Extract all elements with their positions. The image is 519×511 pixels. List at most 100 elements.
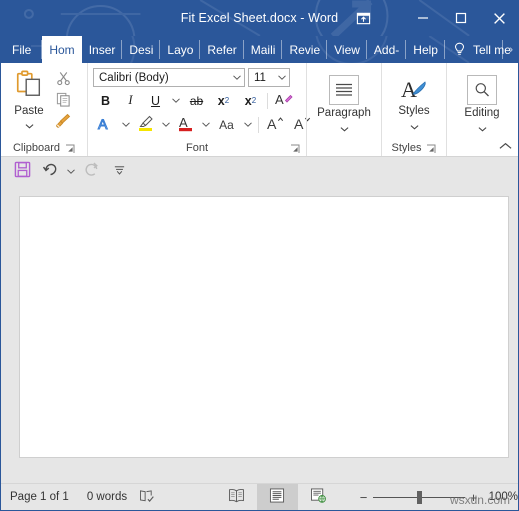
grow-font-icon: A bbox=[267, 115, 284, 135]
view-mode-buttons bbox=[216, 483, 339, 511]
styles-dropdown-chevron-icon[interactable] bbox=[410, 117, 419, 135]
font-name-chevron-down-icon[interactable] bbox=[233, 74, 241, 82]
zoom-out-button[interactable]: − bbox=[355, 484, 373, 511]
zoom-slider-thumb[interactable] bbox=[416, 490, 422, 504]
bold-button[interactable]: B bbox=[93, 90, 118, 111]
tab-references[interactable]: Refer bbox=[200, 36, 244, 63]
text-effects-button[interactable]: A bbox=[93, 114, 118, 135]
paste-dropdown-chevron-icon[interactable] bbox=[25, 116, 34, 134]
tab-insert-label: Inser bbox=[88, 42, 116, 57]
font-color-chevron-down-icon[interactable] bbox=[198, 114, 213, 135]
underline-label: U bbox=[150, 93, 161, 108]
clipboard-dialog-launcher-icon[interactable] bbox=[65, 144, 75, 154]
text-highlight-chevron-down-icon[interactable] bbox=[158, 114, 173, 135]
tab-view[interactable]: View bbox=[327, 36, 367, 63]
word-window: Fit Excel Sheet.docx - Word File Hom Ins… bbox=[0, 0, 519, 511]
undo-dropdown-chevron-icon[interactable] bbox=[65, 160, 76, 184]
tab-overflow-chevron-icon[interactable]: › bbox=[502, 36, 516, 63]
zoom-percent[interactable]: 100% bbox=[489, 491, 518, 503]
undo-button[interactable] bbox=[37, 160, 63, 184]
clear-formatting-button[interactable]: A bbox=[271, 90, 296, 111]
font-name-combobox[interactable]: Calibri (Body) bbox=[93, 68, 245, 87]
underline-chevron-down-icon[interactable] bbox=[168, 90, 183, 111]
save-button[interactable] bbox=[9, 160, 35, 184]
text-effects-chevron-down-icon[interactable] bbox=[118, 114, 133, 135]
svg-text:A: A bbox=[267, 117, 277, 132]
tab-mailings[interactable]: Maili bbox=[244, 36, 283, 63]
bold-label: B bbox=[100, 93, 111, 108]
editing-dropdown-chevron-icon[interactable] bbox=[478, 119, 487, 137]
save-floppy-icon bbox=[14, 161, 31, 183]
minimize-icon[interactable] bbox=[404, 0, 442, 36]
styles-dialog-launcher-icon[interactable] bbox=[426, 144, 436, 154]
zoom-slider[interactable] bbox=[372, 484, 465, 511]
subscript-button[interactable]: x2 bbox=[210, 90, 237, 111]
close-icon[interactable] bbox=[480, 0, 518, 36]
print-layout-button[interactable] bbox=[256, 483, 298, 510]
word-count[interactable]: 0 words bbox=[78, 484, 136, 511]
svg-text:A: A bbox=[98, 117, 108, 132]
styles-brush-icon: A bbox=[400, 75, 428, 103]
ribbon-display-options-icon[interactable] bbox=[340, 0, 386, 36]
paragraph-dropdown-chevron-icon[interactable] bbox=[340, 119, 349, 137]
maximize-icon[interactable] bbox=[442, 0, 480, 36]
cut-button[interactable] bbox=[52, 71, 74, 91]
paragraph-label: Paragraph bbox=[317, 107, 371, 119]
editing-button[interactable]: Editing bbox=[452, 73, 512, 137]
change-case-button[interactable]: Aa bbox=[213, 114, 240, 135]
paste-button[interactable]: Paste bbox=[6, 67, 52, 134]
subscript-label: x bbox=[217, 93, 225, 108]
word-count-label: 0 words bbox=[86, 491, 128, 503]
font-size-combobox[interactable]: 11 bbox=[248, 68, 290, 87]
tab-file-label: File bbox=[12, 42, 32, 57]
read-mode-button[interactable] bbox=[216, 484, 257, 511]
superscript-button[interactable]: x2 bbox=[237, 90, 264, 111]
copy-button[interactable] bbox=[52, 92, 74, 112]
font-color-button[interactable]: A bbox=[173, 114, 198, 135]
tab-file[interactable]: File bbox=[1, 36, 43, 63]
customize-quick-access-toolbar-button[interactable] bbox=[106, 160, 132, 184]
text-highlight-button[interactable] bbox=[133, 114, 158, 135]
document-area bbox=[1, 186, 518, 483]
tab-add-ins[interactable]: Add- bbox=[367, 36, 407, 63]
font-size-value: 11 bbox=[254, 71, 266, 84]
paragraph-lines-icon bbox=[329, 75, 359, 105]
italic-button[interactable]: I bbox=[118, 90, 143, 111]
format-painter-button[interactable] bbox=[52, 113, 74, 133]
styles-group-label: Styles bbox=[391, 142, 422, 154]
font-size-chevron-down-icon[interactable] bbox=[278, 74, 286, 82]
tab-layout[interactable]: Layo bbox=[160, 36, 201, 63]
paragraph-button[interactable]: Paragraph bbox=[314, 73, 374, 137]
collapse-ribbon-button[interactable] bbox=[496, 138, 514, 154]
styles-button[interactable]: A Styles bbox=[387, 73, 441, 135]
undo-arrow-icon bbox=[42, 161, 59, 183]
proofing-status-button[interactable] bbox=[136, 484, 157, 511]
font-buttons-row-1: B I U ab x2 x2 A bbox=[93, 90, 316, 111]
zoom-in-button[interactable]: + bbox=[465, 484, 483, 511]
change-case-chevron-down-icon[interactable] bbox=[240, 114, 255, 135]
grow-font-button[interactable]: A bbox=[262, 114, 289, 135]
svg-text:A: A bbox=[401, 77, 417, 102]
paragraph-group-label-row bbox=[307, 141, 381, 156]
document-page[interactable] bbox=[19, 196, 509, 458]
tab-help[interactable]: Help bbox=[406, 36, 445, 63]
customize-toolbar-icon bbox=[113, 163, 126, 181]
font-row1-separator bbox=[267, 92, 268, 109]
tab-insert[interactable]: Inser bbox=[82, 36, 123, 63]
quick-access-toolbar bbox=[1, 157, 518, 186]
tab-home[interactable]: Hom bbox=[42, 36, 82, 63]
tab-review[interactable]: Revie bbox=[282, 36, 327, 63]
page-indicator[interactable]: Page 1 of 1 bbox=[1, 484, 78, 511]
web-layout-button[interactable] bbox=[298, 484, 339, 511]
tab-design[interactable]: Desi bbox=[122, 36, 161, 63]
clear-formatting-icon: A bbox=[275, 91, 293, 111]
zoom-out-label: − bbox=[359, 489, 368, 505]
ribbon-group-paragraph: Paragraph bbox=[306, 63, 381, 156]
clipboard-small-buttons bbox=[52, 67, 74, 133]
tab-review-label: Revie bbox=[289, 42, 321, 57]
underline-button[interactable]: U bbox=[143, 90, 168, 111]
font-dialog-launcher-icon[interactable] bbox=[290, 144, 300, 154]
strikethrough-button[interactable]: ab bbox=[183, 90, 210, 111]
svg-text:A: A bbox=[179, 115, 188, 130]
superscript-label: x bbox=[244, 93, 252, 108]
